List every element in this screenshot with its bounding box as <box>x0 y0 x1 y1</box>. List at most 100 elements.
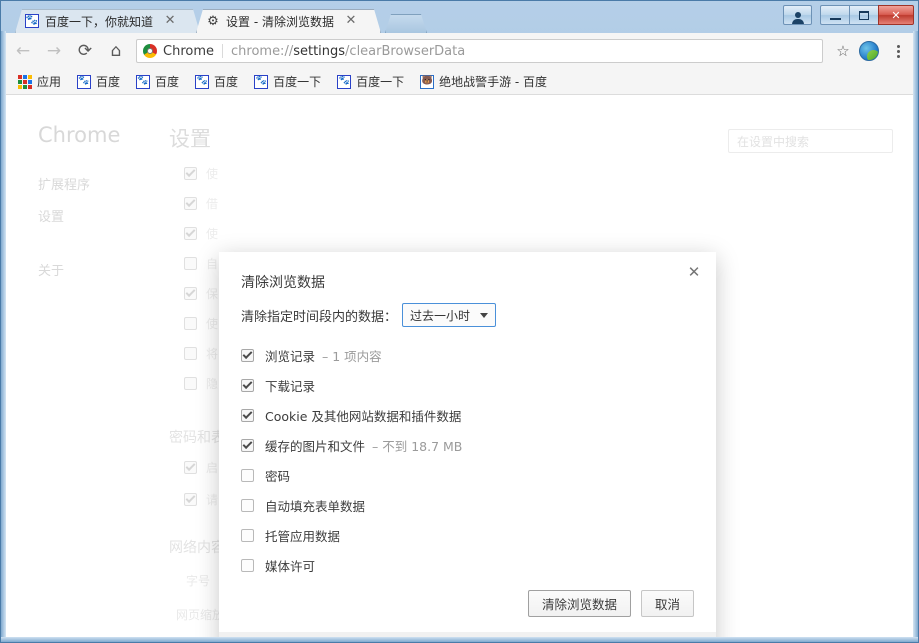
baidu-paw-icon: 🐾 <box>25 14 39 28</box>
cancel-button[interactable]: 取消 <box>640 590 694 617</box>
home-button[interactable]: ⌂ <box>102 37 130 65</box>
person-icon <box>791 12 804 24</box>
checkbox-label: 使 <box>206 317 219 331</box>
sidebar-item-extensions[interactable]: 扩展程序 <box>38 174 90 193</box>
minimize-button[interactable] <box>820 5 849 25</box>
settings-checkbox-row[interactable]: 将 <box>184 345 218 362</box>
checkbox[interactable] <box>184 347 197 360</box>
extension-globe-icon[interactable] <box>859 41 879 61</box>
clear-data-button[interactable]: 清除浏览数据 <box>527 590 631 617</box>
tab-title: 百度一下，你就知道 <box>45 14 154 29</box>
clear-browsing-data-dialog: ✕ 清除浏览数据 清除指定时间段内的数据： 过去一小时 浏览记录 – 1 项内容… <box>219 252 716 639</box>
baidu-bear-icon: 🐻 <box>420 74 435 89</box>
settings-checkbox-row[interactable]: 使 <box>184 315 218 332</box>
checkbox-browsing-history[interactable] <box>241 348 254 362</box>
url-suffix: /clearBrowserData <box>345 43 466 59</box>
tab-title: 设置 - 清除浏览数据 <box>226 14 334 29</box>
bookmark-item[interactable]: 🐾 百度 <box>73 71 124 92</box>
omnibox-scheme-label: Chrome <box>163 43 214 59</box>
address-bar[interactable]: Chrome chrome://settings/clearBrowserDat… <box>136 39 823 63</box>
checkbox-autofill[interactable] <box>241 498 254 512</box>
checkbox-passwords[interactable] <box>241 468 254 482</box>
browser-window: 🐾 百度一下，你就知道 ✕ ⚙ 设置 - 清除浏览数据 ✕ ✕ ← → ⟳ ⌂ … <box>0 0 919 643</box>
checkbox-media-licenses[interactable] <box>241 558 254 572</box>
list-item[interactable]: 缓存的图片和文件 – 不到 18.7 MB <box>241 430 696 460</box>
minimize-icon <box>829 17 841 20</box>
checkbox-label: 使 <box>206 227 219 241</box>
bookmarks-bar: 应用 🐾 百度 🐾 百度 🐾 百度 🐾 百度一下 🐾 百度一下 🐻 绝地战警手游… <box>6 69 915 95</box>
time-range-select[interactable]: 过去一小时 <box>402 303 497 327</box>
data-type-list: 浏览记录 – 1 项内容 下载记录 Cookie 及其他网站数据和插件数据 缓存… <box>241 340 696 580</box>
baidu-paw-icon: 🐾 <box>136 74 151 89</box>
bookmark-item[interactable]: 🐾 百度一下 <box>333 71 408 92</box>
checkbox-download-history[interactable] <box>241 378 254 392</box>
sidebar-item-about[interactable]: 关于 <box>38 260 64 279</box>
font-size-label: 字号 <box>186 574 211 588</box>
bookmark-item[interactable]: 🐻 绝地战警手游 - 百度 <box>416 71 551 92</box>
checkbox-cookies[interactable] <box>241 408 254 422</box>
settings-section-webcontent: 网络内容 <box>169 540 225 556</box>
settings-checkbox-row[interactable]: 启 <box>184 459 218 476</box>
new-tab-button[interactable] <box>385 14 427 33</box>
checkbox-label: 使 <box>206 167 219 181</box>
checkbox-label: 保 <box>206 287 219 301</box>
checkbox[interactable] <box>184 257 197 270</box>
settings-checkbox-row[interactable]: 使 <box>184 165 218 182</box>
tab-close-button[interactable]: ✕ <box>163 14 177 28</box>
back-button[interactable]: ← <box>9 37 37 65</box>
tab-content: ⚙ 设置 - 清除浏览数据 ✕ <box>206 13 358 30</box>
title-bar: 🐾 百度一下，你就知道 ✕ ⚙ 设置 - 清除浏览数据 ✕ ✕ <box>1 1 919 33</box>
bookmark-label: 百度 <box>155 75 180 89</box>
sidebar-item-settings[interactable]: 设置 <box>38 206 64 225</box>
item-note: – 1 项内容 <box>322 348 382 364</box>
checkbox-label: 隐 <box>206 377 219 391</box>
window-frame-bottom <box>1 637 918 642</box>
settings-checkbox-row[interactable]: 使 <box>184 225 218 242</box>
bookmark-label: 百度一下 <box>273 75 322 89</box>
list-item[interactable]: 自动填充表单数据 <box>241 490 696 520</box>
search-input[interactable]: 在设置中搜索 <box>728 129 893 153</box>
three-dot-menu-icon[interactable] <box>885 38 911 64</box>
bookmark-apps[interactable]: 应用 <box>14 71 65 92</box>
list-item[interactable]: 托管应用数据 <box>241 520 696 550</box>
checkbox[interactable] <box>184 493 197 506</box>
maximize-button[interactable] <box>849 5 878 25</box>
checkbox[interactable] <box>184 167 197 180</box>
bookmark-star-icon[interactable]: ☆ <box>831 39 855 63</box>
settings-checkbox-row[interactable]: 自 <box>184 255 218 272</box>
list-item[interactable]: 密码 <box>241 460 696 490</box>
page-title: 设置 <box>169 127 211 151</box>
item-label: 浏览记录 <box>265 348 316 364</box>
item-label: 密码 <box>265 468 291 484</box>
settings-checkbox-row[interactable]: 保 <box>184 285 218 302</box>
page-viewport: Chrome 扩展程序 设置 关于 设置 在设置中搜索 使 借 使 自 保 使 … <box>6 95 915 639</box>
list-item[interactable]: 媒体许可 <box>241 550 696 580</box>
settings-checkbox-row[interactable]: 请 <box>184 491 218 508</box>
settings-checkbox-row[interactable]: 隐 <box>184 375 218 392</box>
window-frame-left <box>1 31 6 642</box>
checkbox-hosted-app-data[interactable] <box>241 528 254 542</box>
time-range-row: 清除指定时间段内的数据： 过去一小时 <box>241 303 497 327</box>
forward-button[interactable]: → <box>40 37 68 65</box>
tab-baidu[interactable]: 🐾 百度一下，你就知道 ✕ <box>15 9 200 33</box>
user-profile-button[interactable] <box>783 5 812 25</box>
checkbox-cached-images[interactable] <box>241 438 254 452</box>
checkbox[interactable] <box>184 197 197 210</box>
bookmark-item[interactable]: 🐾 百度一下 <box>250 71 325 92</box>
list-item[interactable]: 下载记录 <box>241 370 696 400</box>
list-item[interactable]: Cookie 及其他网站数据和插件数据 <box>241 400 696 430</box>
tab-settings[interactable]: ⚙ 设置 - 清除浏览数据 ✕ <box>196 9 381 33</box>
close-icon[interactable]: ✕ <box>684 262 704 282</box>
checkbox[interactable] <box>184 287 197 300</box>
settings-checkbox-row[interactable]: 借 <box>184 195 218 212</box>
bookmark-item[interactable]: 🐾 百度 <box>191 71 242 92</box>
reload-button[interactable]: ⟳ <box>71 37 99 65</box>
close-window-button[interactable]: ✕ <box>878 5 914 25</box>
tab-close-button[interactable]: ✕ <box>344 14 358 28</box>
list-item[interactable]: 浏览记录 – 1 项内容 <box>241 340 696 370</box>
checkbox[interactable] <box>184 461 197 474</box>
checkbox[interactable] <box>184 377 197 390</box>
bookmark-item[interactable]: 🐾 百度 <box>132 71 183 92</box>
checkbox[interactable] <box>184 317 197 330</box>
checkbox[interactable] <box>184 227 197 240</box>
